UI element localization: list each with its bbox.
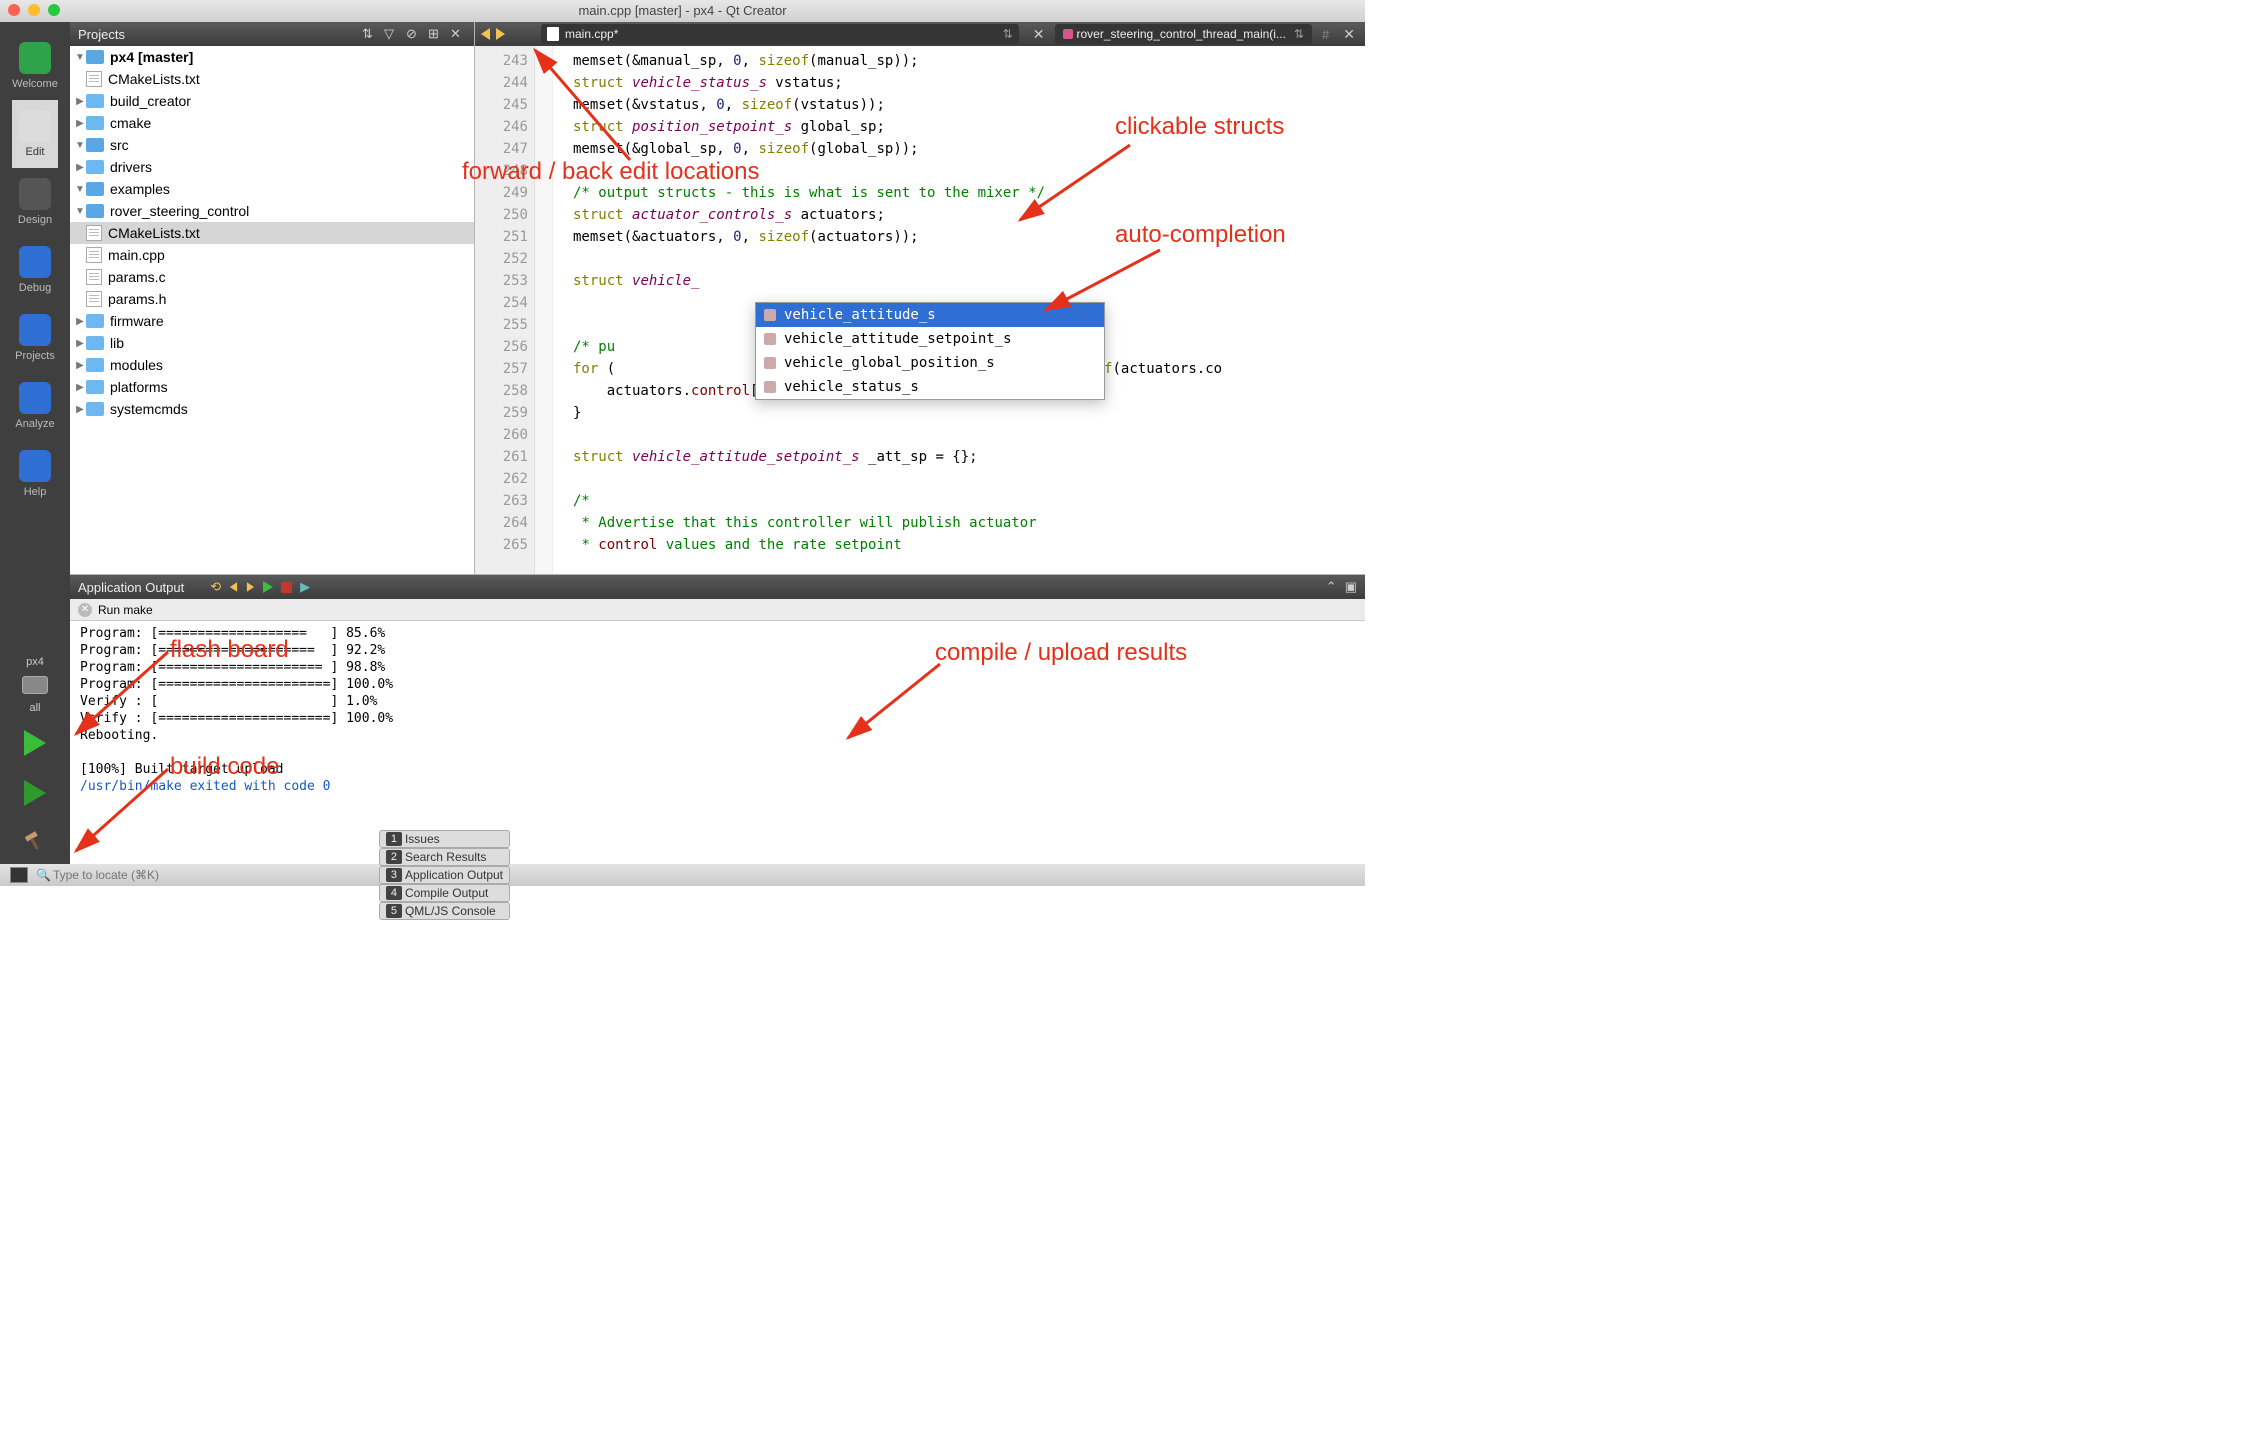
tree-item[interactable]: ▼examples [70, 178, 474, 200]
autocomplete-popup[interactable]: vehicle_attitude_svehicle_attitude_setpo… [755, 302, 1105, 400]
link-icon[interactable]: ⊘ [406, 26, 422, 42]
output-tab[interactable]: ✕ Run make [70, 599, 1365, 621]
status-pane-issues[interactable]: 1Issues [379, 830, 510, 848]
status-pane-search-results[interactable]: 2Search Results [379, 848, 510, 866]
autocomplete-item[interactable]: vehicle_attitude_setpoint_s [756, 327, 1104, 351]
window-title: main.cpp [master] - px4 - Qt Creator [0, 0, 1365, 22]
filter-icon[interactable]: ▽ [384, 26, 400, 42]
status-pane-compile-output[interactable]: 4Compile Output [379, 884, 510, 902]
status-pane-application-output[interactable]: 3Application Output [379, 866, 510, 884]
mode-welcome[interactable]: Welcome [12, 32, 58, 100]
tree-item[interactable]: ▼px4 [master] [70, 46, 474, 68]
code-editor[interactable]: 2432442452462472482492502512522532542552… [475, 46, 1365, 574]
project-tree[interactable]: ▼px4 [master]CMakeLists.txt▶build_creato… [70, 46, 474, 574]
tree-item[interactable]: params.h [70, 288, 474, 310]
kit-project[interactable]: px4 [26, 652, 44, 672]
autocomplete-item[interactable]: vehicle_attitude_s [756, 303, 1104, 327]
tree-item[interactable]: ▶modules [70, 354, 474, 376]
split-icon[interactable]: ⊞ [428, 26, 444, 42]
tree-item[interactable]: params.c [70, 266, 474, 288]
kit-target[interactable]: all [29, 698, 40, 718]
tree-item[interactable]: CMakeLists.txt [70, 222, 474, 244]
locator-search-icon: 🔍 [36, 868, 51, 882]
tree-item[interactable]: ▶lib [70, 332, 474, 354]
mode-analyze[interactable]: Analyze [12, 372, 58, 440]
tree-item[interactable]: ▶firmware [70, 310, 474, 332]
autocomplete-item[interactable]: vehicle_global_position_s [756, 351, 1104, 375]
mode-edit[interactable]: Edit [12, 100, 58, 168]
symbol-selector[interactable]: rover_steering_control_thread_main(i... … [1055, 24, 1313, 44]
tree-item[interactable]: ▶drivers [70, 156, 474, 178]
build-button[interactable] [22, 828, 48, 854]
device-icon[interactable] [22, 676, 48, 694]
mode-help[interactable]: Help [12, 440, 58, 508]
close-tab-icon[interactable]: ✕ [78, 603, 92, 617]
rerun-icon[interactable]: ⟲ [210, 579, 221, 595]
document-icon [547, 27, 559, 41]
editor-toolbar: main.cpp* ⇅ ✕ rover_steering_control_thr… [475, 22, 1365, 46]
line-col-icon[interactable]: # [1322, 27, 1329, 42]
tree-item[interactable]: ▼src [70, 134, 474, 156]
nav-back-button[interactable] [481, 28, 490, 40]
nav-forward-button[interactable] [496, 28, 505, 40]
status-pane-qml-js-console[interactable]: 5QML/JS Console [379, 902, 510, 920]
output-maximize-icon[interactable]: ▣ [1345, 579, 1357, 595]
tree-item[interactable]: ▶cmake [70, 112, 474, 134]
output-stop-icon[interactable] [281, 582, 292, 593]
tree-item[interactable]: main.cpp [70, 244, 474, 266]
output-body[interactable]: Program: [=================== ] 85.6% Pr… [70, 621, 1365, 864]
tree-item[interactable]: ▼rover_steering_control [70, 200, 474, 222]
mode-bar: WelcomeEditDesignDebugProjectsAnalyzeHel… [0, 22, 70, 864]
output-prev-icon[interactable] [230, 582, 237, 592]
mode-design[interactable]: Design [12, 168, 58, 236]
mode-projects[interactable]: Projects [12, 304, 58, 372]
close-split-button[interactable]: ✕ [1339, 26, 1359, 43]
close-editor-button[interactable]: ✕ [1029, 26, 1049, 43]
output-collapse-icon[interactable]: ⌃ [1326, 579, 1337, 595]
output-attach-icon[interactable]: ▶ [300, 579, 310, 595]
line-gutter[interactable]: 2432442452462472482492502512522532542552… [475, 46, 535, 574]
mode-debug[interactable]: Debug [12, 236, 58, 304]
status-bar: 🔍 1Issues2Search Results3Application Out… [0, 864, 1365, 886]
run-button[interactable] [24, 730, 46, 756]
traffic-lights[interactable] [8, 4, 60, 16]
projects-header: Projects ⇅ ▽ ⊘ ⊞ ✕ [70, 22, 474, 46]
output-title: Application Output [78, 580, 184, 595]
tree-item[interactable]: ▶build_creator [70, 90, 474, 112]
locator-input[interactable] [53, 868, 233, 882]
autocomplete-item[interactable]: vehicle_status_s [756, 375, 1104, 399]
close-pane-icon[interactable]: ✕ [450, 26, 466, 42]
updown-icon[interactable]: ⇅ [362, 26, 378, 42]
tree-item[interactable]: ▶platforms [70, 376, 474, 398]
run-debug-button[interactable] [24, 780, 46, 806]
tree-item[interactable]: CMakeLists.txt [70, 68, 474, 90]
function-icon [1063, 29, 1073, 39]
tree-item[interactable]: ▶systemcmds [70, 398, 474, 420]
application-output-pane: Application Output ⟲ ▶ ⌃ ▣ ✕ Run make Pr… [70, 574, 1365, 864]
output-run-icon[interactable] [263, 581, 273, 593]
sidebar-toggle-icon[interactable] [10, 867, 28, 883]
output-next-icon[interactable] [247, 582, 254, 592]
open-file-tab[interactable]: main.cpp* ⇅ [541, 24, 1019, 44]
